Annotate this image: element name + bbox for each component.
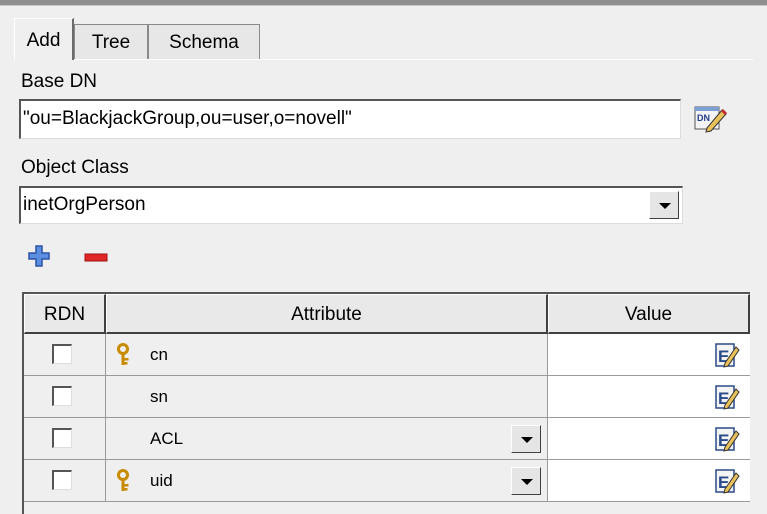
- rdn-checkbox[interactable]: [52, 386, 72, 406]
- object-class-label: Object Class: [21, 157, 129, 178]
- base-dn-label: Base DN: [21, 71, 98, 92]
- attribute-table: RDN Attribute Value cn E sn E ACL E uid …: [22, 292, 750, 514]
- plus-icon: [28, 245, 50, 267]
- chevron-down-icon[interactable]: [649, 191, 679, 219]
- base-dn-input[interactable]: "ou=BlackjackGroup,ou=user,o=novell": [19, 99, 681, 139]
- tab-tree[interactable]: Tree: [74, 24, 148, 60]
- chevron-down-icon[interactable]: [511, 425, 541, 453]
- edit-value-icon[interactable]: E: [714, 467, 740, 495]
- dn-browse-icon[interactable]: DN: [692, 104, 730, 134]
- attribute-cell[interactable]: uid: [106, 460, 548, 502]
- object-class-select[interactable]: inetOrgPerson: [19, 186, 683, 224]
- tab-schema[interactable]: Schema: [148, 24, 260, 60]
- remove-attribute-button[interactable]: [82, 243, 110, 271]
- attribute-name: cn: [150, 345, 168, 364]
- edit-value-icon[interactable]: E: [714, 425, 740, 453]
- attribute-name: sn: [150, 387, 168, 406]
- attribute-name: ACL: [150, 429, 184, 448]
- rdn-checkbox[interactable]: [52, 470, 72, 490]
- table-row: ACL E: [24, 418, 750, 460]
- attribute-name: uid: [150, 471, 173, 490]
- column-header-rdn[interactable]: RDN: [24, 294, 106, 334]
- attribute-cell[interactable]: sn: [106, 376, 548, 418]
- column-header-attribute[interactable]: Attribute: [106, 294, 548, 334]
- table-row: sn E: [24, 376, 750, 418]
- svg-text:DN: DN: [697, 113, 710, 123]
- edit-value-icon[interactable]: E: [714, 383, 740, 411]
- rdn-cell: [24, 334, 106, 376]
- key-icon: [117, 343, 129, 365]
- column-header-value[interactable]: Value: [548, 294, 750, 334]
- object-class-value: inetOrgPerson: [23, 194, 146, 215]
- edit-value-icon[interactable]: E: [714, 341, 740, 369]
- attribute-cell[interactable]: ACL: [106, 418, 548, 460]
- table-row: uid E: [24, 460, 750, 502]
- tab-add[interactable]: Add: [14, 18, 74, 60]
- tab-divider: [14, 59, 753, 60]
- rdn-checkbox[interactable]: [52, 428, 72, 448]
- rdn-cell: [24, 376, 106, 418]
- rdn-checkbox[interactable]: [52, 344, 72, 364]
- key-icon: [117, 469, 129, 491]
- chevron-down-icon[interactable]: [511, 467, 541, 495]
- add-attribute-button[interactable]: [26, 243, 54, 271]
- rdn-cell: [24, 418, 106, 460]
- table-row: cn E: [24, 334, 750, 376]
- attribute-cell[interactable]: cn: [106, 334, 548, 376]
- rdn-cell: [24, 460, 106, 502]
- minus-icon: [84, 253, 108, 262]
- window-top-border: [0, 0, 767, 6]
